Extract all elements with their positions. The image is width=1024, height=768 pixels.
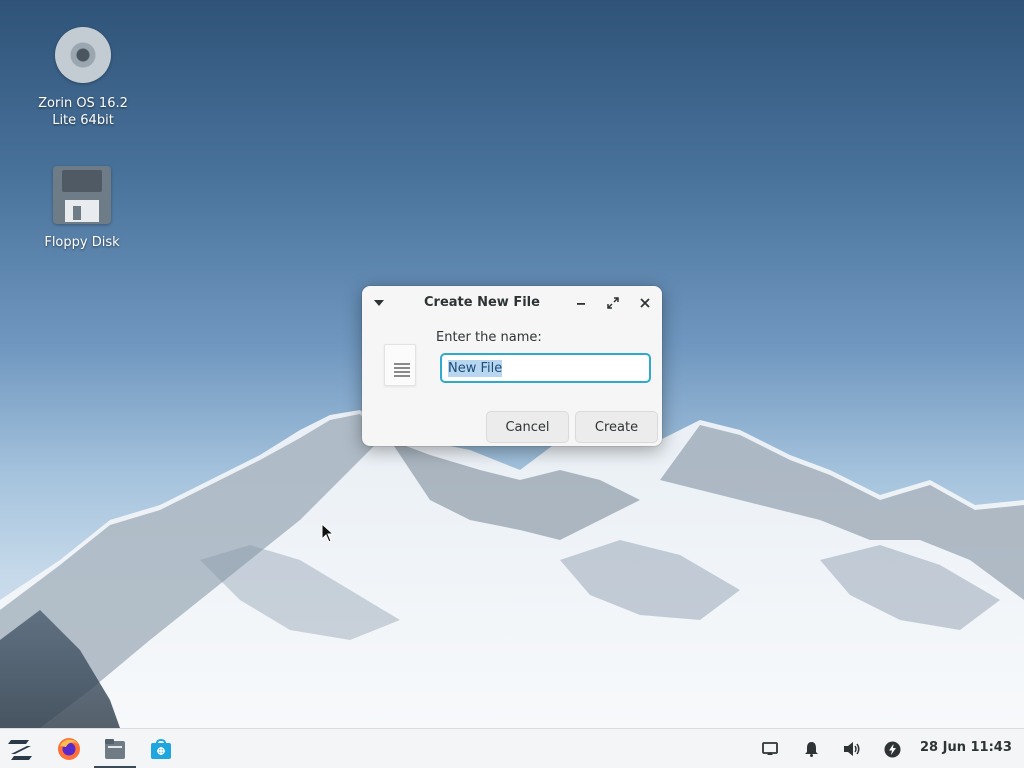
minimize-button[interactable] xyxy=(570,292,592,314)
tray-power[interactable] xyxy=(878,735,906,763)
optical-disc-icon xyxy=(53,27,113,87)
power-icon xyxy=(884,741,900,757)
mouse-pointer-icon xyxy=(321,523,335,543)
files-icon xyxy=(105,739,125,759)
maximize-button[interactable] xyxy=(602,292,624,314)
tray-volume[interactable] xyxy=(838,735,866,763)
file-name-value: New File xyxy=(448,359,503,377)
desktop-icon-label: Zorin OS 16.2 Lite 64bit xyxy=(38,96,128,128)
floppy-disk-icon xyxy=(52,166,112,226)
taskbar-files[interactable] xyxy=(101,735,129,763)
screen-icon xyxy=(762,742,778,755)
taskbar-software[interactable] xyxy=(147,735,175,763)
software-store-icon xyxy=(151,739,171,759)
create-new-file-dialog: Create New File Enter the name: New File… xyxy=(362,286,662,446)
text-file-icon xyxy=(384,344,416,386)
zorin-logo-icon xyxy=(8,740,32,760)
maximize-icon xyxy=(607,297,619,309)
taskbar-firefox[interactable] xyxy=(55,735,83,763)
desktop-icon-label: Floppy Disk xyxy=(44,235,120,250)
desktop-icon-floppy-disk[interactable]: Floppy Disk xyxy=(22,166,142,251)
clock[interactable]: 28 Jun 11:43 xyxy=(920,740,1012,755)
triangle-down-icon xyxy=(374,300,384,306)
cancel-button[interactable]: Cancel xyxy=(486,411,569,443)
file-name-input[interactable]: New File xyxy=(440,353,651,383)
taskbar: 28 Jun 11:43 xyxy=(0,728,1024,768)
dialog-titlebar[interactable]: Create New File xyxy=(362,286,662,320)
volume-icon xyxy=(844,742,860,756)
dialog-title: Create New File xyxy=(424,295,540,310)
firefox-icon xyxy=(58,738,80,760)
taskbar-zorin-menu[interactable] xyxy=(6,735,34,763)
name-prompt-label: Enter the name: xyxy=(436,330,542,345)
bell-icon xyxy=(804,742,818,757)
desktop-icon-zorin-os[interactable]: Zorin OS 16.2 Lite 64bit xyxy=(23,27,143,129)
minimize-icon xyxy=(577,303,585,305)
tray-screen[interactable] xyxy=(756,735,784,763)
tray-notifications[interactable] xyxy=(797,735,825,763)
create-button[interactable]: Create xyxy=(575,411,658,443)
window-menu-button[interactable] xyxy=(368,292,390,314)
close-button[interactable] xyxy=(634,292,656,314)
close-icon xyxy=(640,298,650,308)
